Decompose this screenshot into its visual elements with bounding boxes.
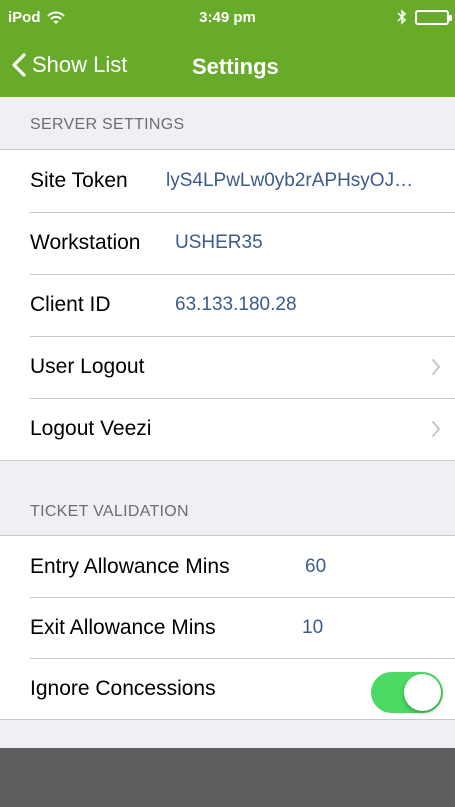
- ignore-concessions-label: Ignore Concessions: [30, 676, 216, 700]
- logout-veezi-label: Logout Veezi: [30, 417, 152, 440]
- entry-allowance-label: Entry Allowance Mins: [30, 554, 230, 578]
- server-settings-group: Site Token lyS4LPwLw0yb2rAPHsyOJ… Workst…: [0, 149, 455, 461]
- exit-allowance-label: Exit Allowance Mins: [30, 615, 216, 639]
- back-button[interactable]: Show List: [12, 52, 127, 78]
- user-logout-label: User Logout: [30, 355, 145, 378]
- ticket-validation-group: Entry Allowance Mins 60 Exit Allowance M…: [0, 535, 455, 720]
- status-time: 3:49 pm: [199, 9, 256, 26]
- site-token-row[interactable]: Site Token lyS4LPwLw0yb2rAPHsyOJ…: [0, 150, 455, 212]
- exit-allowance-row[interactable]: Exit Allowance Mins 10: [0, 597, 455, 658]
- ignore-concessions-toggle[interactable]: [371, 672, 443, 713]
- workstation-label: Workstation: [30, 231, 141, 254]
- entry-allowance-value: 60: [305, 555, 327, 577]
- status-icons: [397, 9, 452, 25]
- bluetooth-icon: [397, 9, 407, 25]
- bottom-bar: [0, 748, 455, 807]
- section-header-server-settings: SERVER SETTINGS: [30, 116, 185, 133]
- status-bar: iPod 3:49 pm: [0, 0, 455, 36]
- client-id-row[interactable]: Client ID 63.133.180.28: [0, 274, 455, 336]
- nav-bar: Show List Settings: [0, 40, 455, 94]
- toggle-knob: [404, 674, 441, 711]
- entry-allowance-row[interactable]: Entry Allowance Mins 60: [0, 536, 455, 597]
- logout-veezi-row[interactable]: Logout Veezi: [0, 398, 455, 460]
- client-id-value: 63.133.180.28: [175, 294, 297, 315]
- battery-icon: [415, 9, 452, 25]
- section-header-ticket-validation: TICKET VALIDATION: [30, 503, 189, 520]
- site-token-label: Site Token: [30, 169, 128, 192]
- back-button-label: Show List: [32, 52, 128, 77]
- header: iPod 3:49 pm Show List Settings: [0, 0, 455, 97]
- workstation-value: USHER35: [175, 232, 263, 253]
- chevron-left-icon: [12, 53, 26, 77]
- page-title: Settings: [192, 54, 279, 79]
- user-logout-row[interactable]: User Logout: [0, 336, 455, 398]
- chevron-right-icon: [432, 359, 440, 375]
- chevron-right-icon: [432, 421, 440, 437]
- ignore-concessions-row: Ignore Concessions: [0, 658, 455, 719]
- workstation-row[interactable]: Workstation USHER35: [0, 212, 455, 274]
- client-id-label: Client ID: [30, 293, 111, 316]
- exit-allowance-value: 10: [302, 616, 324, 638]
- site-token-value: lyS4LPwLw0yb2rAPHsyOJ…: [166, 170, 414, 191]
